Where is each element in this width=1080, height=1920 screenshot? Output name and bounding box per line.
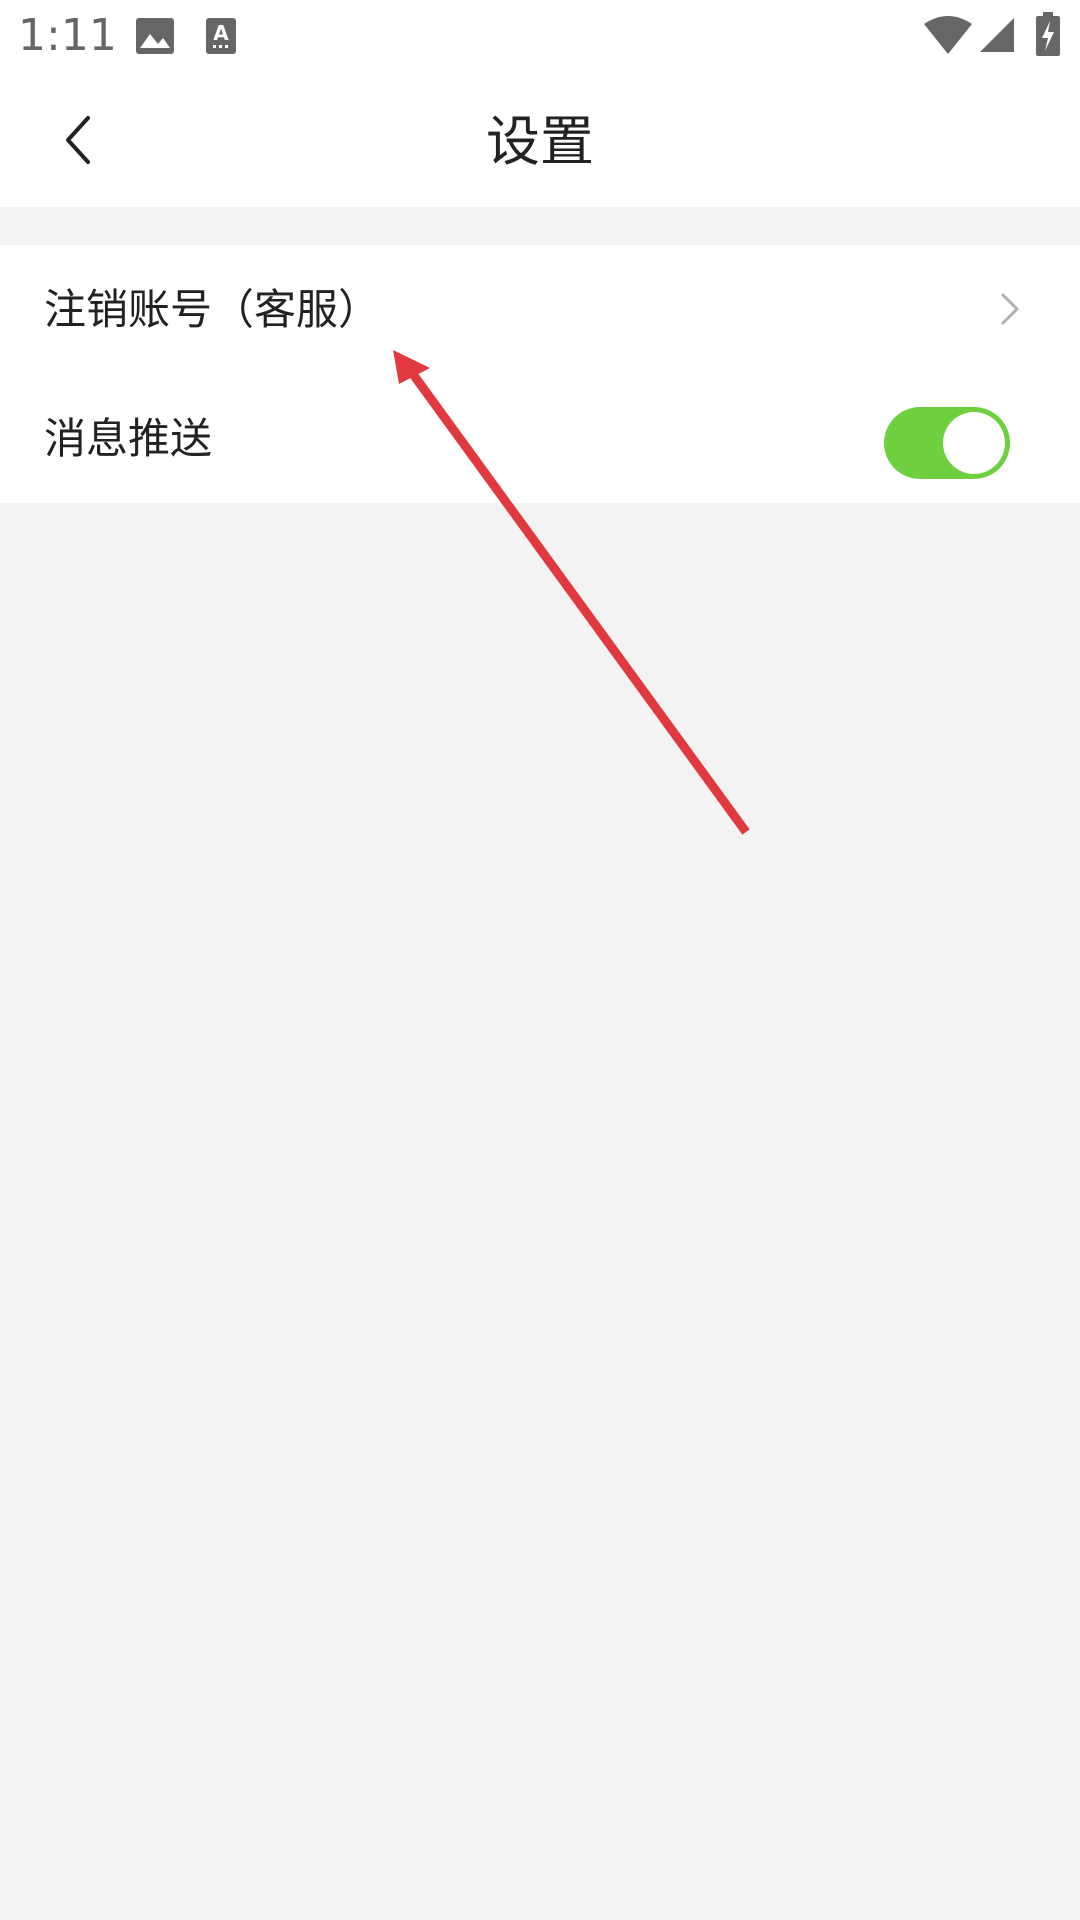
cellular-signal-icon: [980, 18, 1014, 52]
settings-item-label: 注销账号（客服）: [44, 285, 381, 334]
section-gap: [0, 207, 1080, 245]
push-notifications-toggle[interactable]: [884, 407, 1010, 479]
settings-item-cancel-account[interactable]: 注销账号（客服）: [0, 245, 1080, 374]
header-bar: 设置: [0, 72, 1080, 207]
svg-text:A: A: [213, 21, 229, 45]
settings-item-label: 消息推送: [44, 414, 213, 463]
page-title: 设置: [486, 110, 594, 173]
status-time: 1:11: [18, 10, 117, 61]
chevron-right-icon: [1001, 293, 1019, 325]
keyboard-a-icon: A: [206, 18, 236, 54]
battery-charging-icon: [1036, 12, 1060, 56]
gallery-icon: [136, 18, 174, 54]
status-bar: 1:11 A: [0, 0, 1080, 72]
wifi-icon: [924, 16, 972, 54]
toggle-knob: [943, 412, 1005, 474]
settings-item-push-notifications: 消息推送: [0, 374, 1080, 503]
settings-list: 注销账号（客服） 消息推送: [0, 245, 1080, 503]
